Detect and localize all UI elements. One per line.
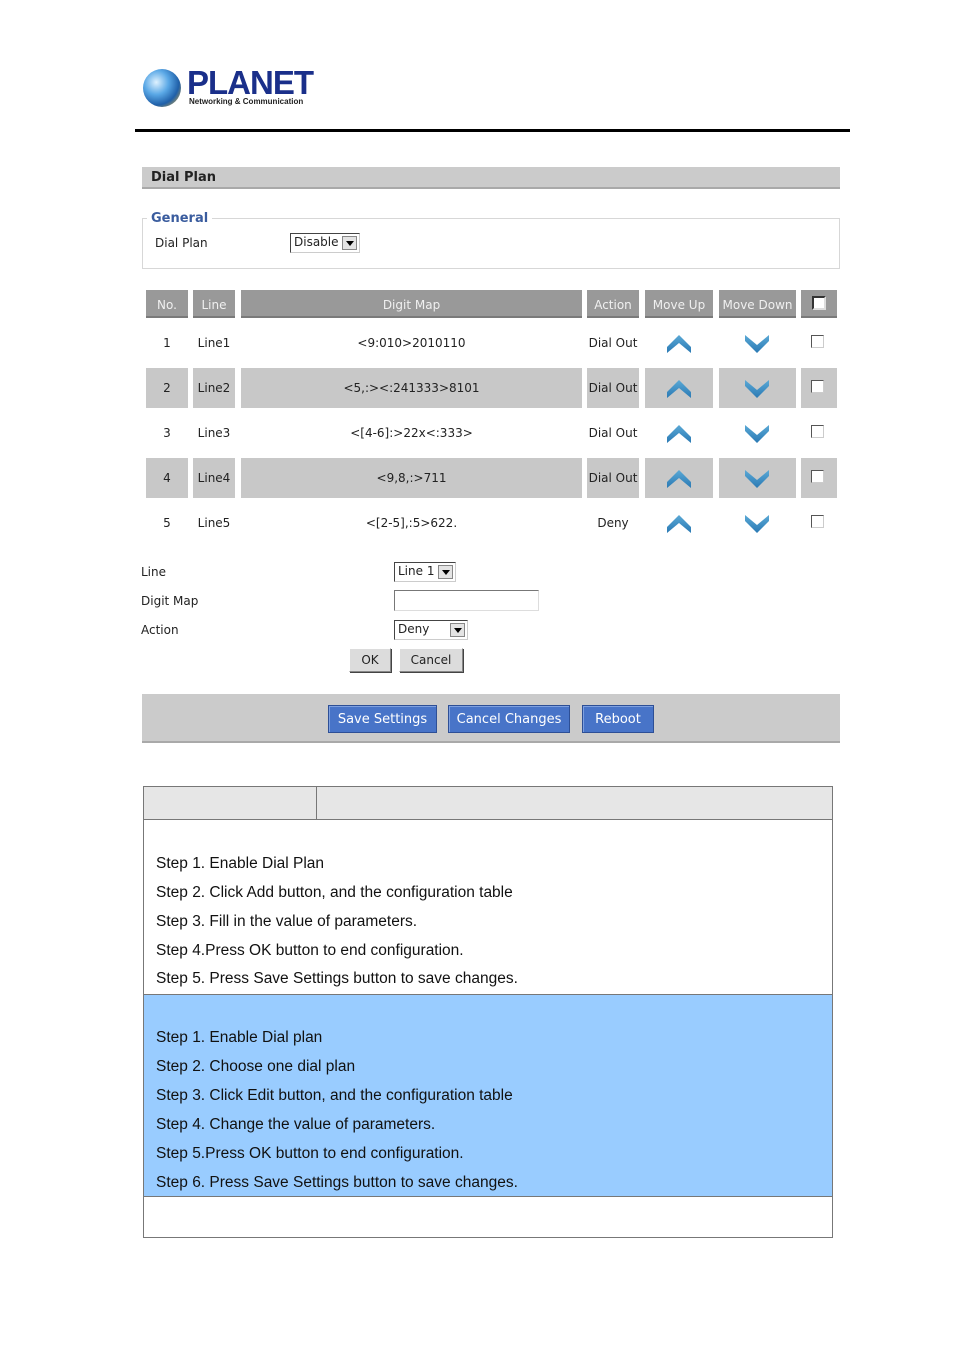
edit-step: Step 5.Press OK button to end configurat…	[156, 1145, 464, 1162]
cell-line: Line4	[193, 458, 235, 498]
row-checkbox[interactable]	[811, 470, 824, 483]
cell-line: Line5	[197, 516, 231, 530]
dropdown-arrow-icon	[450, 623, 465, 637]
ok-button[interactable]: OK	[349, 648, 391, 672]
col-header-move-up: Move Up	[645, 290, 713, 318]
dial-plan-select[interactable]: Disable	[290, 233, 360, 253]
move-down-button[interactable]	[719, 503, 796, 543]
instructions-table-header	[144, 787, 832, 820]
chevron-down-icon	[744, 511, 770, 551]
col-header-move-down: Move Down	[719, 290, 796, 318]
row-checkbox-cell	[801, 458, 837, 498]
cell-action: Dial Out	[587, 458, 639, 498]
cell-line: Line1	[197, 336, 231, 350]
cell-action: Dial Out	[588, 426, 638, 440]
add-step: Step 4.Press OK button to end configurat…	[156, 942, 464, 959]
cancel-changes-button[interactable]: Cancel Changes	[448, 705, 570, 733]
cancel-button[interactable]: Cancel	[399, 648, 463, 672]
line-select-value: Line 1	[398, 564, 435, 578]
edit-step: Step 4. Change the value of parameters.	[156, 1116, 436, 1133]
dropdown-arrow-icon	[342, 236, 357, 250]
panel-title: Dial Plan	[142, 167, 840, 189]
move-up-button[interactable]	[645, 368, 713, 408]
chevron-up-icon	[666, 421, 692, 461]
line-label: Line	[141, 565, 167, 579]
move-down-button[interactable]	[719, 413, 796, 453]
move-down-button[interactable]	[719, 368, 796, 408]
cell-no: 1	[163, 336, 171, 350]
general-fieldset	[142, 218, 840, 269]
planet-logo: PLANET Networking & Communication	[143, 64, 314, 110]
add-step: Step 5. Press Save Settings button to sa…	[156, 970, 518, 987]
edit-step: Step 6. Press Save Settings button to sa…	[156, 1174, 518, 1191]
select-all-checkbox[interactable]	[812, 296, 826, 310]
row-checkbox[interactable]	[811, 335, 824, 348]
save-settings-button[interactable]: Save Settings	[328, 705, 437, 733]
cell-no: 3	[163, 426, 171, 440]
row-checkbox-cell	[801, 368, 837, 408]
chevron-up-icon	[666, 511, 692, 551]
row-checkbox-cell	[801, 503, 837, 543]
col-header-no: No.	[146, 290, 188, 318]
row-checkbox[interactable]	[811, 515, 824, 528]
cell-no: 4	[146, 458, 188, 498]
action-label: Action	[141, 623, 179, 637]
cell-digit-map: <5,:><:241333>8101	[241, 368, 582, 408]
row-checkbox-cell	[801, 413, 837, 453]
cell-digit-map: <9,8,:>711	[241, 458, 582, 498]
move-down-button[interactable]	[719, 323, 796, 363]
row-checkbox[interactable]	[811, 425, 824, 438]
line-select[interactable]: Line 1	[394, 562, 456, 582]
cell-action: Deny	[597, 516, 629, 530]
chevron-down-icon	[744, 376, 770, 416]
add-step: Step 2. Click Add button, and the config…	[156, 884, 513, 901]
move-up-button[interactable]	[645, 413, 713, 453]
cell-no: 5	[163, 516, 171, 530]
move-down-button[interactable]	[719, 458, 796, 498]
add-step: Step 1. Enable Dial Plan	[156, 855, 325, 872]
dropdown-arrow-icon	[438, 565, 453, 579]
row-checkbox-cell	[801, 323, 837, 363]
globe-icon	[143, 69, 181, 107]
general-legend: General	[147, 211, 213, 226]
cell-no: 2	[146, 368, 188, 408]
move-up-button[interactable]	[645, 503, 713, 543]
add-step: Step 3. Fill in the value of parameters.	[156, 913, 418, 930]
logo-tagline: Networking & Communication	[189, 97, 304, 106]
action-select-value: Deny	[398, 622, 430, 636]
cell-line: Line3	[197, 426, 231, 440]
col-header-line: Line	[193, 290, 235, 318]
col-header-select	[801, 290, 837, 318]
dial-plan-select-value: Disable	[294, 235, 339, 249]
row-checkbox[interactable]	[811, 380, 824, 393]
cell-action: Dial Out	[588, 336, 638, 350]
cell-line: Line2	[193, 368, 235, 408]
cell-digit-map: <9:010>2010110	[357, 336, 466, 350]
move-up-button[interactable]	[645, 458, 713, 498]
dial-plan-label: Dial Plan	[155, 236, 208, 250]
edit-step: Step 1. Enable Dial plan	[156, 1029, 323, 1046]
move-up-button[interactable]	[645, 323, 713, 363]
header-column-divider	[316, 787, 317, 820]
chevron-down-icon	[744, 331, 770, 371]
cell-digit-map: <[2-5],:5>622.	[365, 516, 458, 530]
edit-step: Step 3. Click Edit button, and the confi…	[156, 1087, 513, 1104]
col-header-action: Action	[587, 290, 639, 318]
cell-action: Dial Out	[587, 368, 639, 408]
chevron-up-icon	[666, 331, 692, 371]
cell-digit-map: <[4-6]:>22x<:333>	[350, 426, 473, 440]
chevron-down-icon	[744, 466, 770, 506]
digit-map-label: Digit Map	[141, 594, 199, 608]
chevron-down-icon	[744, 421, 770, 461]
action-select[interactable]: Deny	[394, 620, 468, 640]
digit-map-input[interactable]	[394, 590, 539, 611]
edit-step: Step 2. Choose one dial plan	[156, 1058, 356, 1075]
header-divider	[135, 129, 850, 132]
chevron-up-icon	[666, 466, 692, 506]
col-header-digit-map: Digit Map	[241, 290, 582, 318]
chevron-up-icon	[666, 376, 692, 416]
reboot-button[interactable]: Reboot	[582, 705, 654, 733]
